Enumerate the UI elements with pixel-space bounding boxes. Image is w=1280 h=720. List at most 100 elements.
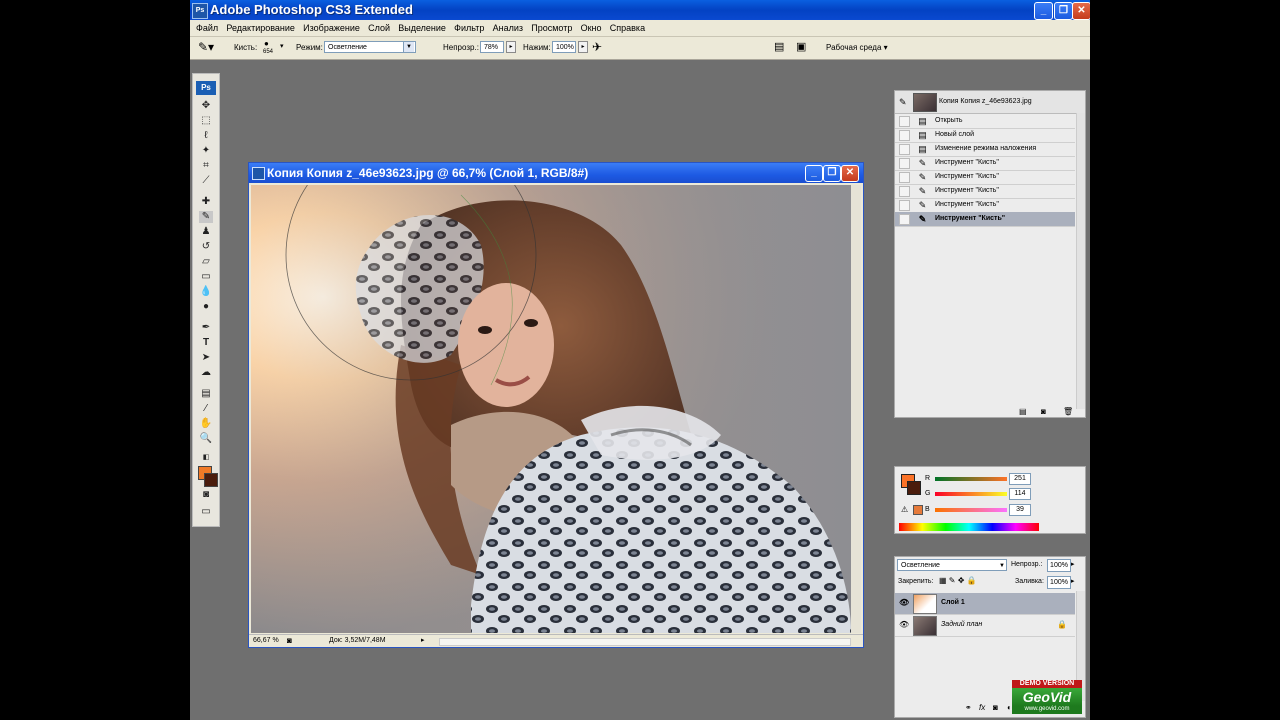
eraser-tool-icon[interactable]: ▱ [199,256,213,268]
slice-tool-icon[interactable]: ⟋ [199,175,213,187]
menu-filter[interactable]: Фильтр [454,20,484,36]
history-snapshot-row[interactable]: ✎ Копия Копия z_46e93623.jpg [895,91,1085,114]
lock-icons[interactable]: ▦ ✎ ✥ 🔒 [939,576,977,585]
link-layers-icon[interactable]: ⚭ [965,703,972,712]
brush-size-value[interactable]: 654 [263,49,273,55]
healing-brush-tool-icon[interactable]: ✚ [199,196,213,208]
layer-opacity-arrow-icon[interactable]: ▸ [1071,560,1075,568]
red-input[interactable]: 251 [1009,473,1031,485]
brush-tool-preset-icon[interactable]: ✎▾ [198,40,214,54]
menu-layer[interactable]: Слой [368,20,390,36]
blur-tool-icon[interactable]: 💧 [199,286,213,298]
horizontal-scrollbar[interactable] [439,638,851,646]
dodge-tool-icon[interactable]: ● [199,301,213,313]
brush-tool-icon[interactable]: ✎ [199,211,213,223]
layer-style-icon[interactable]: fx [979,703,985,712]
gradient-tool-icon[interactable]: ▭ [199,271,213,283]
new-snapshot-icon[interactable]: ◙ [1041,407,1046,416]
vertical-scrollbar[interactable] [851,185,861,633]
hand-tool-icon[interactable]: ✋ [199,418,213,430]
green-input[interactable]: 114 [1009,488,1031,500]
shape-tool-icon[interactable]: ☁ [199,367,213,379]
layer-row[interactable]: 👁 Слой 1 [895,593,1075,615]
blue-input[interactable]: 39 [1009,504,1031,516]
eye-icon[interactable]: 👁 [899,620,909,629]
fill-input[interactable]: 100% [1047,576,1071,589]
new-document-from-state-icon[interactable]: ▤ [1019,407,1027,416]
workspace-menu[interactable]: Рабочая среда ▾ [826,43,888,52]
screen-mode-icon[interactable]: ▭ [199,506,213,518]
menu-help[interactable]: Справка [610,20,645,36]
default-colors-icon[interactable]: ◧ [199,452,213,464]
eye-icon[interactable]: 👁 [899,598,909,607]
flow-slider-button[interactable]: ▸ [578,41,588,53]
document-icon[interactable]: ▣ [796,40,806,53]
menu-select[interactable]: Выделение [398,20,446,36]
palette-well-icon[interactable]: ▤ [774,40,784,53]
menu-window[interactable]: Окно [581,20,602,36]
red-slider[interactable]: R 251 [925,473,1075,485]
close-button[interactable]: ✕ [1072,2,1090,20]
maximize-button[interactable]: ❐ [1054,2,1073,20]
clone-stamp-tool-icon[interactable]: ♟ [199,226,213,238]
history-item[interactable]: ✎ Инструмент "Кисть" [895,170,1075,185]
geovid-logo: GeoVid [1012,688,1082,706]
blue-slider[interactable]: B 39 [925,504,1075,516]
document-titlebar[interactable]: Копия Копия z_46e93623.jpg @ 66,7% (Слой… [249,163,863,183]
brush-picker-arrow-icon[interactable]: ▾ [280,42,284,50]
fill-arrow-icon[interactable]: ▸ [1071,577,1075,585]
zoom-tool-icon[interactable]: 🔍 [199,433,213,445]
history-scrollbar[interactable] [1076,113,1085,409]
doc-minimize-button[interactable]: _ [805,165,823,182]
history-item[interactable]: ✎ Инструмент "Кисть" [895,156,1075,171]
image-canvas[interactable] [251,185,851,633]
doc-icon: ▤ [918,116,927,126]
color-bg-swatch[interactable] [907,481,921,495]
path-selection-tool-icon[interactable]: ➤ [199,352,213,364]
blend-mode-select[interactable]: Осветление ▼ [897,559,1007,571]
gamut-warning-icon[interactable]: ⚠ [901,505,908,514]
status-menu-arrow-icon[interactable]: ▸ [421,636,425,644]
trash-icon[interactable]: 🗑 [1063,407,1073,416]
flow-input[interactable]: 100% [552,41,576,53]
menu-file[interactable]: Файл [196,20,218,36]
doc-close-button[interactable]: ✕ [841,165,859,182]
green-slider[interactable]: G 114 [925,488,1075,500]
quick-mask-icon[interactable]: ◙ [199,489,213,501]
airbrush-icon[interactable]: ✈ [592,40,602,54]
history-item[interactable]: ▤ Новый слой [895,128,1075,143]
status-info-icon[interactable]: ◙ [287,636,292,645]
history-item[interactable]: ▤ Открыть [895,114,1075,129]
minimize-button[interactable]: _ [1034,2,1053,20]
opacity-slider-button[interactable]: ▸ [506,41,516,53]
pen-tool-icon[interactable]: ✒ [199,322,213,334]
color-ramp[interactable] [899,523,1039,531]
type-tool-icon[interactable]: T [199,337,213,349]
history-item[interactable]: ✎ Инструмент "Кисть" [895,184,1075,199]
magic-wand-tool-icon[interactable]: ✦ [199,145,213,157]
layer-row[interactable]: 👁 Задний план 🔒 [895,615,1075,637]
layer-opacity-input[interactable]: 100% [1047,559,1071,572]
mode-select[interactable]: Осветление ▼ [324,41,416,53]
history-item-selected[interactable]: ✎ Инструмент "Кисть" [895,212,1075,227]
menu-view[interactable]: Просмотр [531,20,572,36]
gamut-swatch[interactable] [913,505,923,515]
layer-mask-icon[interactable]: ◙ [993,703,998,712]
history-item[interactable]: ✎ Инструмент "Кисть" [895,198,1075,213]
lasso-tool-icon[interactable]: ℓ [199,130,213,142]
menu-analysis[interactable]: Анализ [493,20,523,36]
menu-edit[interactable]: Редактирование [226,20,295,36]
eyedropper-tool-icon[interactable]: ⁄ [199,403,213,415]
doc-maximize-button[interactable]: ❐ [823,165,841,182]
history-brush-tool-icon[interactable]: ↺ [199,241,213,253]
notes-tool-icon[interactable]: ▤ [199,388,213,400]
move-tool-icon[interactable]: ✥ [199,100,213,112]
zoom-level[interactable]: 66,67 % [253,637,279,644]
background-color-swatch[interactable] [204,473,218,487]
history-item[interactable]: ▤ Изменение режима наложения [895,142,1075,157]
history-brush-source-icon[interactable]: ✎ [899,97,907,108]
opacity-input[interactable]: 78% [480,41,504,53]
menu-image[interactable]: Изображение [303,20,360,36]
marquee-tool-icon[interactable]: ⬚ [199,115,213,127]
crop-tool-icon[interactable]: ⌗ [199,160,213,172]
